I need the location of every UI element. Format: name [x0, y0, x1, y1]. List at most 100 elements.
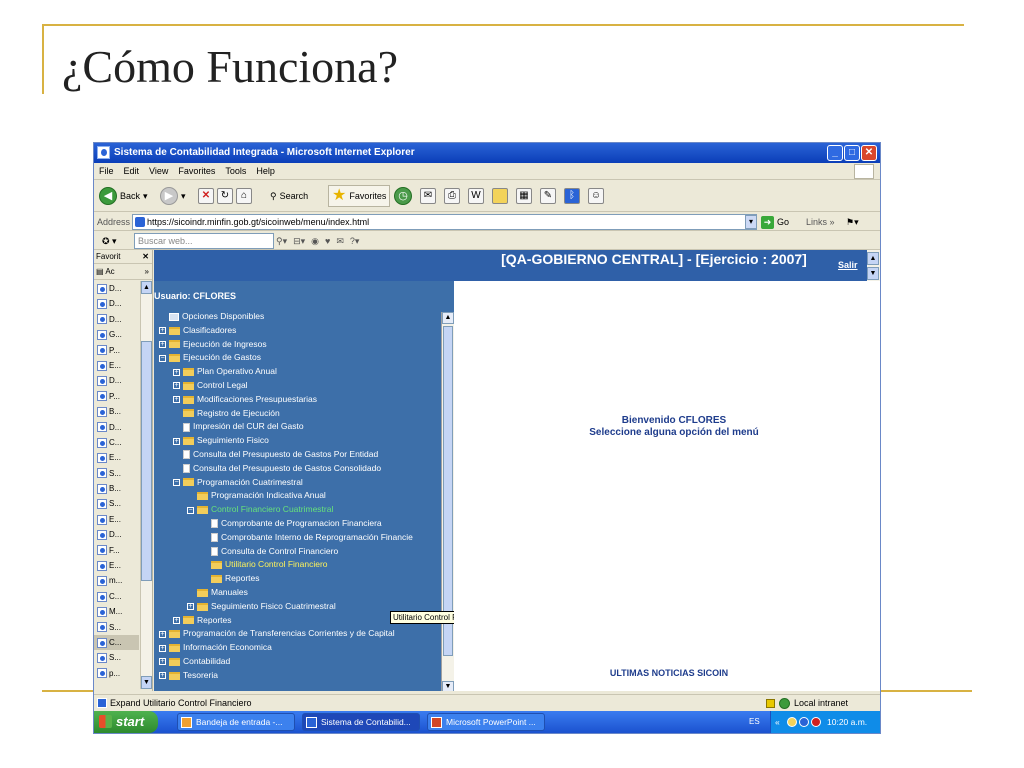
tree-item[interactable]: + Información Economica: [154, 641, 441, 655]
favorite-item[interactable]: S...: [94, 650, 139, 665]
back-dropdown-icon[interactable]: ▾: [143, 191, 148, 202]
tree-item[interactable]: + Programación de Transferencias Corrient…: [154, 627, 441, 641]
forward-button[interactable]: ▶ ▾: [160, 185, 186, 207]
tree-item[interactable]: + Tesoreria: [154, 669, 441, 683]
tree-item[interactable]: − Ejecución de Gastos: [154, 351, 441, 365]
tree-item[interactable]: Consulta del Presupuesto de Gastos Conso…: [154, 462, 441, 476]
window-titlebar[interactable]: Sistema de Contabilidad Integrada - Micr…: [94, 143, 880, 163]
favorite-item[interactable]: E...: [94, 512, 139, 527]
translate-icon[interactable]: ⚑▾: [846, 213, 859, 231]
expand-icon[interactable]: +: [159, 340, 166, 348]
expand-icon[interactable]: +: [187, 603, 194, 611]
tree-item[interactable]: + Contabilidad: [154, 655, 441, 669]
tray-expand-icon[interactable]: «: [775, 711, 780, 733]
favorite-item[interactable]: S...: [94, 496, 139, 511]
expand-icon[interactable]: +: [159, 672, 166, 680]
favorite-item[interactable]: m...: [94, 573, 139, 588]
tray-bluetooth-icon[interactable]: [811, 717, 821, 727]
favorites-add-row[interactable]: ▤ Ac »: [94, 264, 152, 280]
tree-item[interactable]: + Plan Operativo Anual: [154, 365, 441, 379]
refresh-icon[interactable]: ↻: [217, 188, 233, 204]
favorite-item[interactable]: S...: [94, 466, 139, 481]
messenger-icon[interactable]: ✎: [540, 188, 556, 204]
menu-item-help[interactable]: Help: [251, 163, 280, 180]
edit-icon[interactable]: W: [468, 188, 484, 204]
favorite-item[interactable]: C...: [94, 435, 139, 450]
close-button[interactable]: ✕: [861, 145, 877, 161]
tree-item[interactable]: Registro de Ejecución: [154, 407, 441, 421]
home-icon[interactable]: ⌂: [236, 188, 252, 204]
expand-icon[interactable]: +: [159, 630, 166, 638]
tree-item[interactable]: Consulta de Control Financiero: [154, 545, 441, 559]
taskbar-item-powerpoint[interactable]: Microsoft PowerPoint ...: [427, 713, 545, 731]
search-button[interactable]: ⚲ Search: [270, 185, 308, 207]
language-indicator[interactable]: ES: [749, 711, 760, 733]
menu-item-tools[interactable]: Tools: [220, 163, 251, 180]
maximize-button[interactable]: □: [844, 145, 860, 161]
expand-icon[interactable]: +: [173, 382, 180, 390]
tree-item[interactable]: Comprobante Interno de Reprogramación Fi…: [154, 531, 441, 545]
taskbar-item-ie[interactable]: Sistema de Contabilid...: [302, 713, 420, 731]
stop-icon[interactable]: ✕: [198, 188, 214, 204]
heart-icon[interactable]: ♥: [325, 232, 330, 250]
tree-scrollbar[interactable]: ▲ ▼: [441, 312, 454, 691]
go-button[interactable]: ➜ Go: [761, 215, 789, 229]
expand-icon[interactable]: +: [173, 396, 180, 404]
favorite-item[interactable]: B...: [94, 404, 139, 419]
favorite-item[interactable]: D...: [94, 281, 139, 296]
mail-icon[interactable]: ✉: [420, 188, 436, 204]
content-scroll-up-icon[interactable]: ▲: [867, 252, 879, 265]
expand-icon[interactable]: +: [173, 368, 180, 376]
favorite-item[interactable]: E...: [94, 358, 139, 373]
tree-item[interactable]: Reportes: [154, 572, 441, 586]
tree-item[interactable]: + Seguimiento Fisico: [154, 434, 441, 448]
address-dropdown-icon[interactable]: ▾: [745, 215, 757, 229]
print-icon[interactable]: ⎙: [444, 188, 460, 204]
favorite-item[interactable]: P...: [94, 343, 139, 358]
highlight-icon[interactable]: ⊟▾: [293, 232, 305, 250]
favorite-item[interactable]: D...: [94, 527, 139, 542]
tree-item[interactable]: Consulta del Presupuesto de Gastos Por E…: [154, 448, 441, 462]
tree-item[interactable]: Impresión del CUR del Gasto: [154, 420, 441, 434]
tree-scroll-up-icon[interactable]: ▲: [442, 312, 454, 324]
content-scroll-down-icon[interactable]: ▼: [867, 267, 879, 280]
help-icon[interactable]: ?▾: [350, 232, 360, 250]
favorites-scrollbar[interactable]: ▲ ▼: [140, 281, 152, 689]
scroll-thumb[interactable]: [141, 341, 152, 581]
back-button[interactable]: ◀ Back ▾: [99, 185, 148, 207]
favorite-item[interactable]: D...: [94, 373, 139, 388]
content-scrollbar[interactable]: ▲ ▼: [867, 250, 880, 281]
menu-item-file[interactable]: File: [94, 163, 119, 180]
research-icon[interactable]: ▦: [516, 188, 532, 204]
tree-item[interactable]: + Clasificadores: [154, 324, 441, 338]
favorite-item[interactable]: E...: [94, 450, 139, 465]
history-icon[interactable]: ◷: [394, 187, 412, 205]
collapse-icon[interactable]: −: [159, 354, 166, 362]
tree-item[interactable]: Comprobante de Programacion Financiera: [154, 517, 441, 531]
expand-icon[interactable]: +: [173, 437, 180, 445]
chevron-icon[interactable]: »: [145, 264, 149, 280]
tray-network-icon[interactable]: [799, 717, 809, 727]
bluetooth-icon[interactable]: ᛒ: [564, 188, 580, 204]
search-engine-icon[interactable]: ✪ ▾: [102, 232, 117, 250]
collapse-icon[interactable]: −: [173, 478, 180, 486]
favorite-item[interactable]: D...: [94, 296, 139, 311]
mail-small-icon[interactable]: ✉: [336, 232, 344, 250]
forward-dropdown-icon[interactable]: ▾: [181, 191, 186, 202]
taskbar-item-mail[interactable]: Bandeja de entrada -...: [177, 713, 295, 731]
web-search-input[interactable]: Buscar web...: [134, 233, 274, 249]
tray-app-icon[interactable]: [787, 717, 797, 727]
favorite-item[interactable]: B...: [94, 481, 139, 496]
search-go-icon[interactable]: ⚲▾: [276, 232, 287, 250]
menu-item-view[interactable]: View: [144, 163, 173, 180]
minimize-button[interactable]: _: [827, 145, 843, 161]
users-icon[interactable]: ☺: [588, 188, 604, 204]
tree-scroll-thumb[interactable]: [443, 326, 453, 656]
expand-icon[interactable]: +: [159, 644, 166, 652]
menu-item-favorites[interactable]: Favorites: [173, 163, 220, 180]
tree-item[interactable]: − Control Financiero Cuatrimestral: [154, 503, 441, 517]
favorite-item[interactable]: C...: [94, 589, 139, 604]
expand-icon[interactable]: +: [173, 616, 180, 624]
favorite-item[interactable]: C...: [94, 634, 139, 651]
links-button[interactable]: Links »: [806, 213, 835, 231]
